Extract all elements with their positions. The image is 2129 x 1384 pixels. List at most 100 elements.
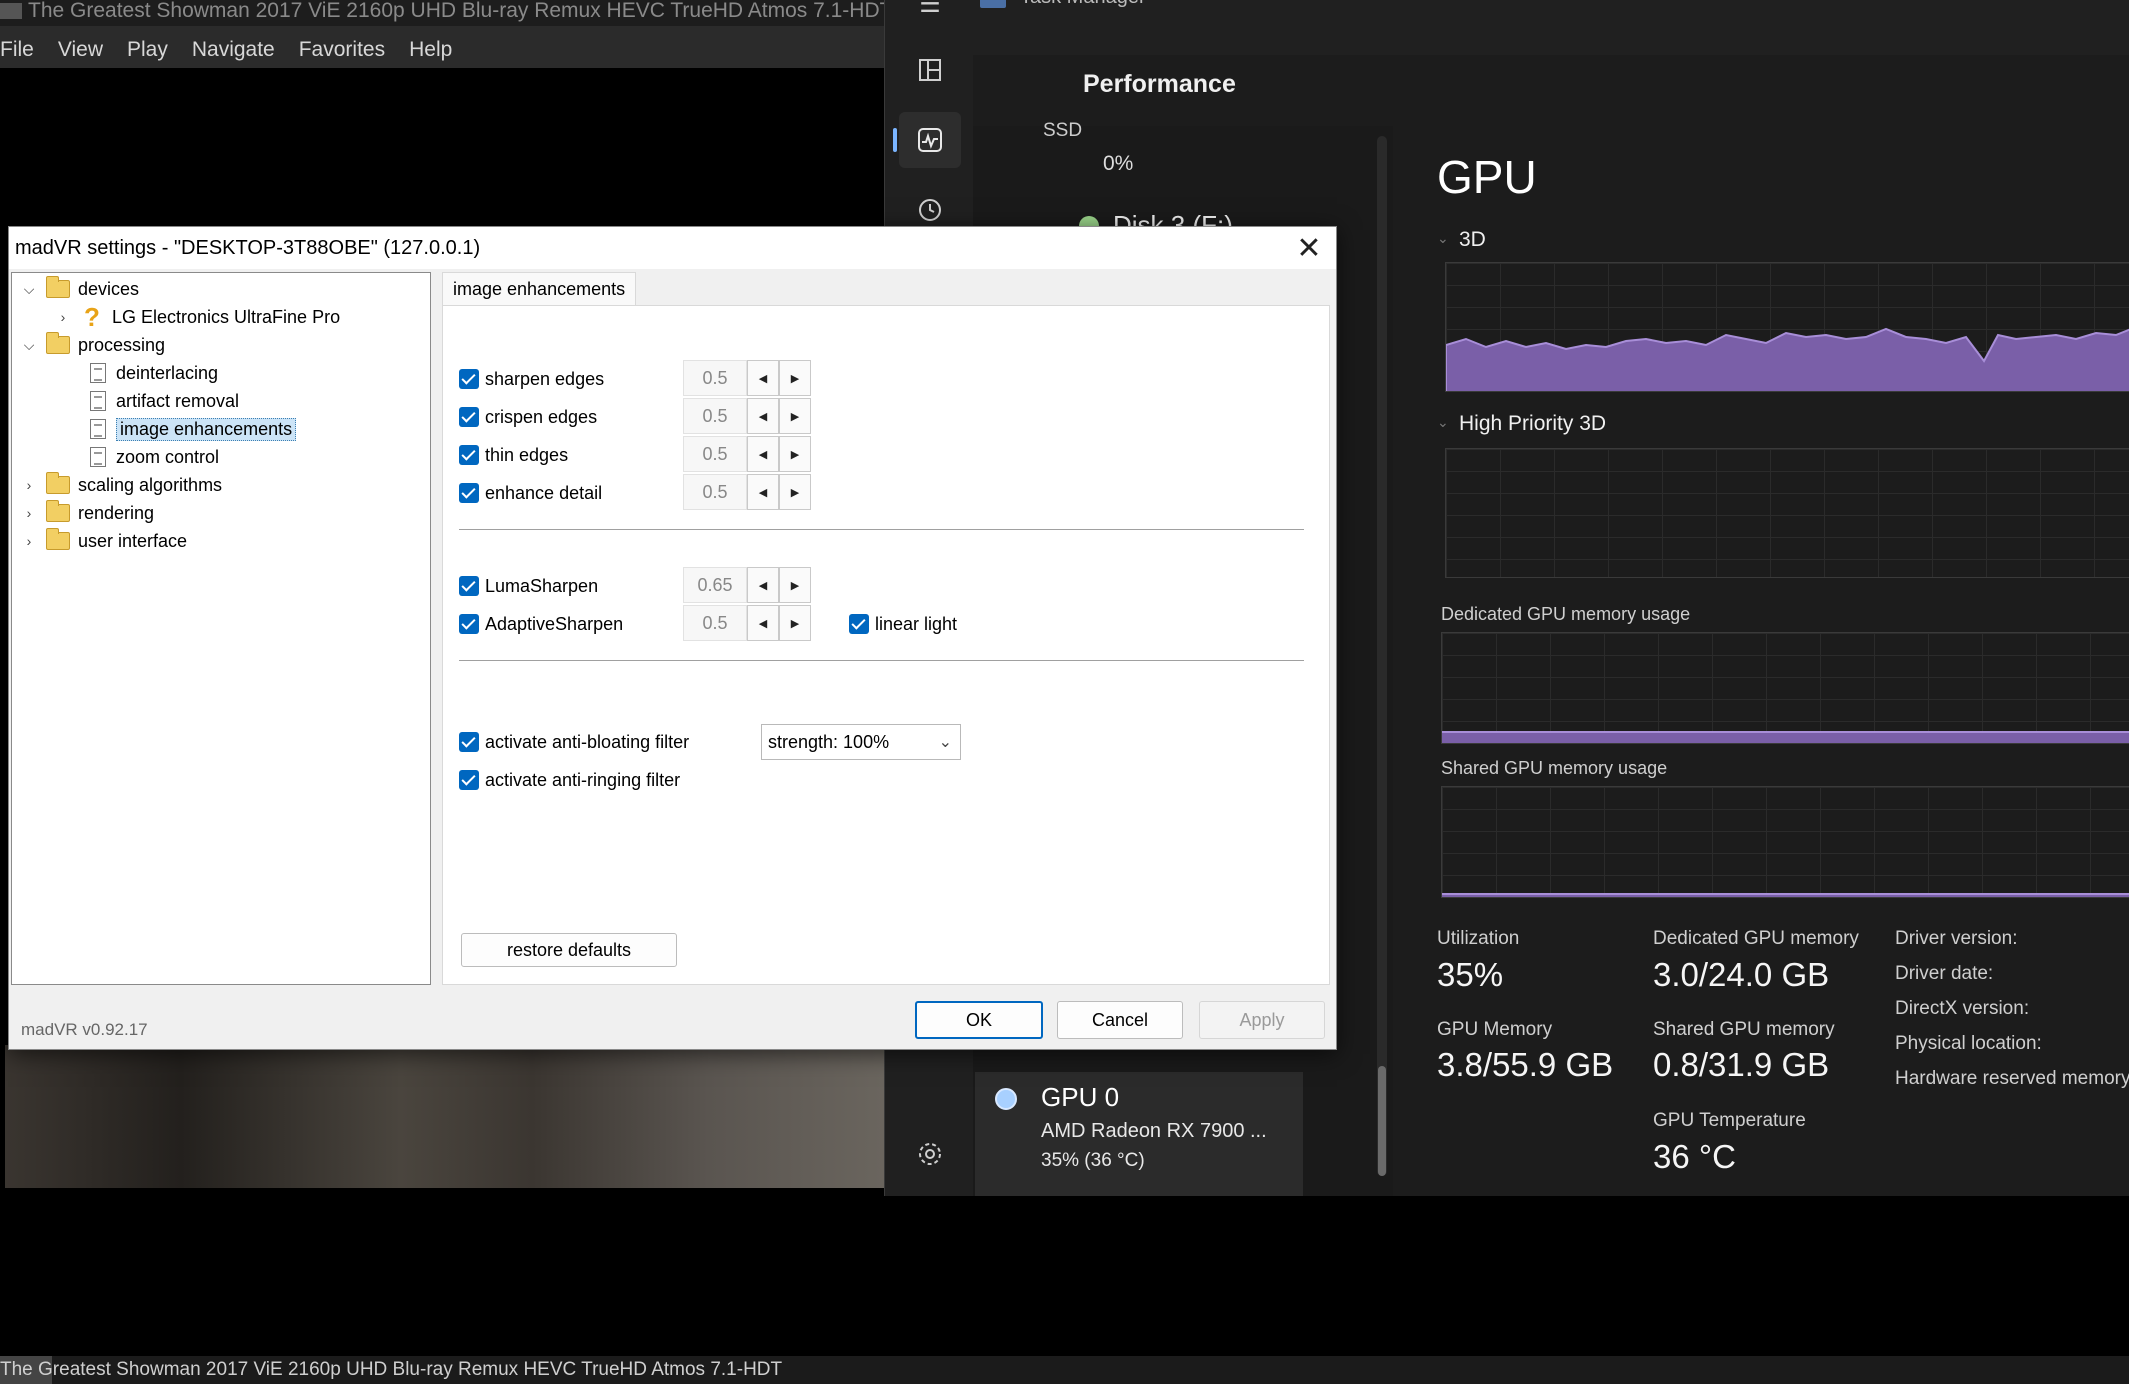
settings-gear-icon[interactable] bbox=[899, 1126, 961, 1182]
menu-play[interactable]: Play bbox=[115, 26, 180, 62]
hamburger-menu-icon[interactable]: ☰ bbox=[899, 0, 961, 32]
driver-version-label: Driver version: bbox=[1895, 928, 2018, 949]
adaptivesharpen-spinner[interactable]: 0.5 ◀ ▶ bbox=[683, 605, 811, 641]
restore-defaults-button[interactable]: restore defaults bbox=[461, 933, 677, 967]
linear-light-row[interactable]: linear light bbox=[849, 609, 957, 639]
menu-navigate[interactable]: Navigate bbox=[180, 26, 287, 62]
graph-high-priority-3d bbox=[1445, 448, 2129, 578]
strength-value: strength: 100% bbox=[768, 731, 890, 752]
sharpen-edges-value[interactable]: 0.5 bbox=[683, 360, 747, 396]
close-icon[interactable]: ✕ bbox=[1292, 231, 1326, 265]
lumasharpen-value[interactable]: 0.65 bbox=[683, 567, 747, 603]
enhance-detail-row[interactable]: enhance detail bbox=[459, 478, 602, 508]
anti-bloating-row[interactable]: activate anti-bloating filter bbox=[459, 727, 689, 757]
increase-arrow-icon[interactable]: ▶ bbox=[779, 398, 811, 434]
chevron-down-icon[interactable]: ⌵ bbox=[22, 337, 36, 354]
apply-button[interactable]: Apply bbox=[1199, 1001, 1325, 1039]
gpu-memory-value: 3.8/55.9 GB bbox=[1437, 1046, 1614, 1083]
menu-file[interactable]: File bbox=[0, 26, 46, 62]
adaptivesharpen-value[interactable]: 0.5 bbox=[683, 605, 747, 641]
performance-icon[interactable] bbox=[893, 112, 961, 168]
scrollbar-thumb[interactable] bbox=[1378, 1066, 1386, 1176]
crispen-edges-row[interactable]: crispen edges bbox=[459, 402, 597, 432]
strength-dropdown[interactable]: strength: 100% ⌄ bbox=[761, 724, 961, 760]
tree-node-zoom-control[interactable]: zoom control bbox=[90, 444, 219, 470]
chevron-right-icon[interactable]: › bbox=[22, 533, 36, 549]
tree-node-rendering[interactable]: › rendering bbox=[22, 500, 154, 526]
adaptivesharpen-row[interactable]: AdaptiveSharpen bbox=[459, 609, 623, 639]
sharpen-edges-spinner[interactable]: 0.5 ◀ ▶ bbox=[683, 360, 811, 396]
enhance-detail-value[interactable]: 0.5 bbox=[683, 474, 747, 510]
crispen-edges-spinner[interactable]: 0.5 ◀ ▶ bbox=[683, 398, 811, 434]
increase-arrow-icon[interactable]: ▶ bbox=[779, 605, 811, 641]
sharpen-edges-row[interactable]: sharpen edges bbox=[459, 364, 604, 394]
list-scrollbar[interactable] bbox=[1377, 136, 1387, 1176]
tree-node-image-enhancements[interactable]: image enhancements bbox=[90, 416, 297, 442]
crispen-edges-checkbox[interactable] bbox=[459, 407, 479, 427]
dialog-title: madVR settings - "DESKTOP-3T88OBE" (127.… bbox=[15, 237, 481, 259]
decrease-arrow-icon[interactable]: ◀ bbox=[747, 605, 779, 641]
tree-node-scaling[interactable]: › scaling algorithms bbox=[22, 472, 222, 498]
chevron-down-icon[interactable]: ⌄ bbox=[1437, 230, 1449, 247]
tm-header: Performance bbox=[973, 55, 2129, 126]
chevron-down-icon[interactable]: ⌄ bbox=[1437, 414, 1449, 431]
decrease-arrow-icon[interactable]: ◀ bbox=[747, 474, 779, 510]
anti-ringing-checkbox[interactable] bbox=[459, 770, 479, 790]
processes-icon[interactable] bbox=[899, 42, 961, 98]
menu-view[interactable]: View bbox=[46, 26, 115, 62]
dialog-titlebar[interactable]: madVR settings - "DESKTOP-3T88OBE" (127.… bbox=[9, 227, 1336, 269]
page-icon bbox=[90, 363, 106, 383]
anti-ringing-row[interactable]: activate anti-ringing filter bbox=[459, 765, 680, 795]
thin-edges-spinner[interactable]: 0.5 ◀ ▶ bbox=[683, 436, 811, 472]
tree-node-processing[interactable]: ⌵ processing bbox=[22, 332, 165, 358]
tree-node-artifact-removal[interactable]: artifact removal bbox=[90, 388, 239, 414]
menu-favorites[interactable]: Favorites bbox=[287, 26, 397, 62]
gpu-memory-label: GPU Memory bbox=[1437, 1019, 1553, 1040]
enhance-detail-checkbox[interactable] bbox=[459, 483, 479, 503]
page-icon bbox=[90, 391, 106, 411]
chevron-right-icon[interactable]: › bbox=[22, 477, 36, 493]
tab-image-enhancements[interactable]: image enhancements bbox=[442, 272, 637, 306]
increase-arrow-icon[interactable]: ▶ bbox=[779, 436, 811, 472]
sharpen-edges-checkbox[interactable] bbox=[459, 369, 479, 389]
tree-node-lg-display[interactable]: ›? LG Electronics UltraFine Pro bbox=[56, 302, 340, 332]
decrease-arrow-icon[interactable]: ◀ bbox=[747, 567, 779, 603]
chevron-right-icon[interactable]: › bbox=[56, 309, 70, 325]
increase-arrow-icon[interactable]: ▶ bbox=[779, 567, 811, 603]
thin-edges-row[interactable]: thin edges bbox=[459, 440, 568, 470]
ssd-percent: 0% bbox=[1103, 152, 1134, 175]
tree-node-devices[interactable]: ⌵ devices bbox=[22, 276, 139, 302]
tree-node-deinterlacing[interactable]: deinterlacing bbox=[90, 360, 218, 386]
increase-arrow-icon[interactable]: ▶ bbox=[779, 474, 811, 510]
video-frame bbox=[5, 1045, 884, 1188]
utilization-value: 35% bbox=[1437, 956, 1504, 993]
decrease-arrow-icon[interactable]: ◀ bbox=[747, 436, 779, 472]
cancel-button[interactable]: Cancel bbox=[1057, 1001, 1183, 1039]
madvr-settings-dialog: madVR settings - "DESKTOP-3T88OBE" (127.… bbox=[8, 226, 1337, 1050]
folder-icon bbox=[46, 276, 70, 298]
thin-edges-value[interactable]: 0.5 bbox=[683, 436, 747, 472]
lumasharpen-spinner[interactable]: 0.65 ◀ ▶ bbox=[683, 567, 811, 603]
linear-light-checkbox[interactable] bbox=[849, 614, 869, 634]
anti-bloating-checkbox[interactable] bbox=[459, 732, 479, 752]
gpu-temperature-label: GPU Temperature bbox=[1653, 1110, 1806, 1131]
enhance-detail-spinner[interactable]: 0.5 ◀ ▶ bbox=[683, 474, 811, 510]
chevron-right-icon[interactable]: › bbox=[22, 505, 36, 521]
adaptivesharpen-checkbox[interactable] bbox=[459, 614, 479, 634]
menu-help[interactable]: Help bbox=[397, 26, 464, 62]
increase-arrow-icon[interactable]: ▶ bbox=[779, 360, 811, 396]
tree-node-user-interface[interactable]: › user interface bbox=[22, 528, 187, 554]
lumasharpen-checkbox[interactable] bbox=[459, 576, 479, 596]
thin-edges-checkbox[interactable] bbox=[459, 445, 479, 465]
chevron-down-icon[interactable]: ⌵ bbox=[22, 281, 36, 298]
dedicated-usage-fill bbox=[1442, 731, 2129, 743]
crispen-edges-value[interactable]: 0.5 bbox=[683, 398, 747, 434]
utilization-label: Utilization bbox=[1437, 928, 1520, 949]
lumasharpen-row[interactable]: LumaSharpen bbox=[459, 571, 598, 601]
decrease-arrow-icon[interactable]: ◀ bbox=[747, 360, 779, 396]
ok-button[interactable]: OK bbox=[915, 1001, 1043, 1039]
gpu-list-item[interactable]: GPU 0 AMD Radeon RX 7900 ... 35% (36 °C) bbox=[975, 1072, 1303, 1196]
separator bbox=[459, 529, 1304, 531]
graph-hp3d-label: High Priority 3D bbox=[1459, 412, 1607, 435]
decrease-arrow-icon[interactable]: ◀ bbox=[747, 398, 779, 434]
